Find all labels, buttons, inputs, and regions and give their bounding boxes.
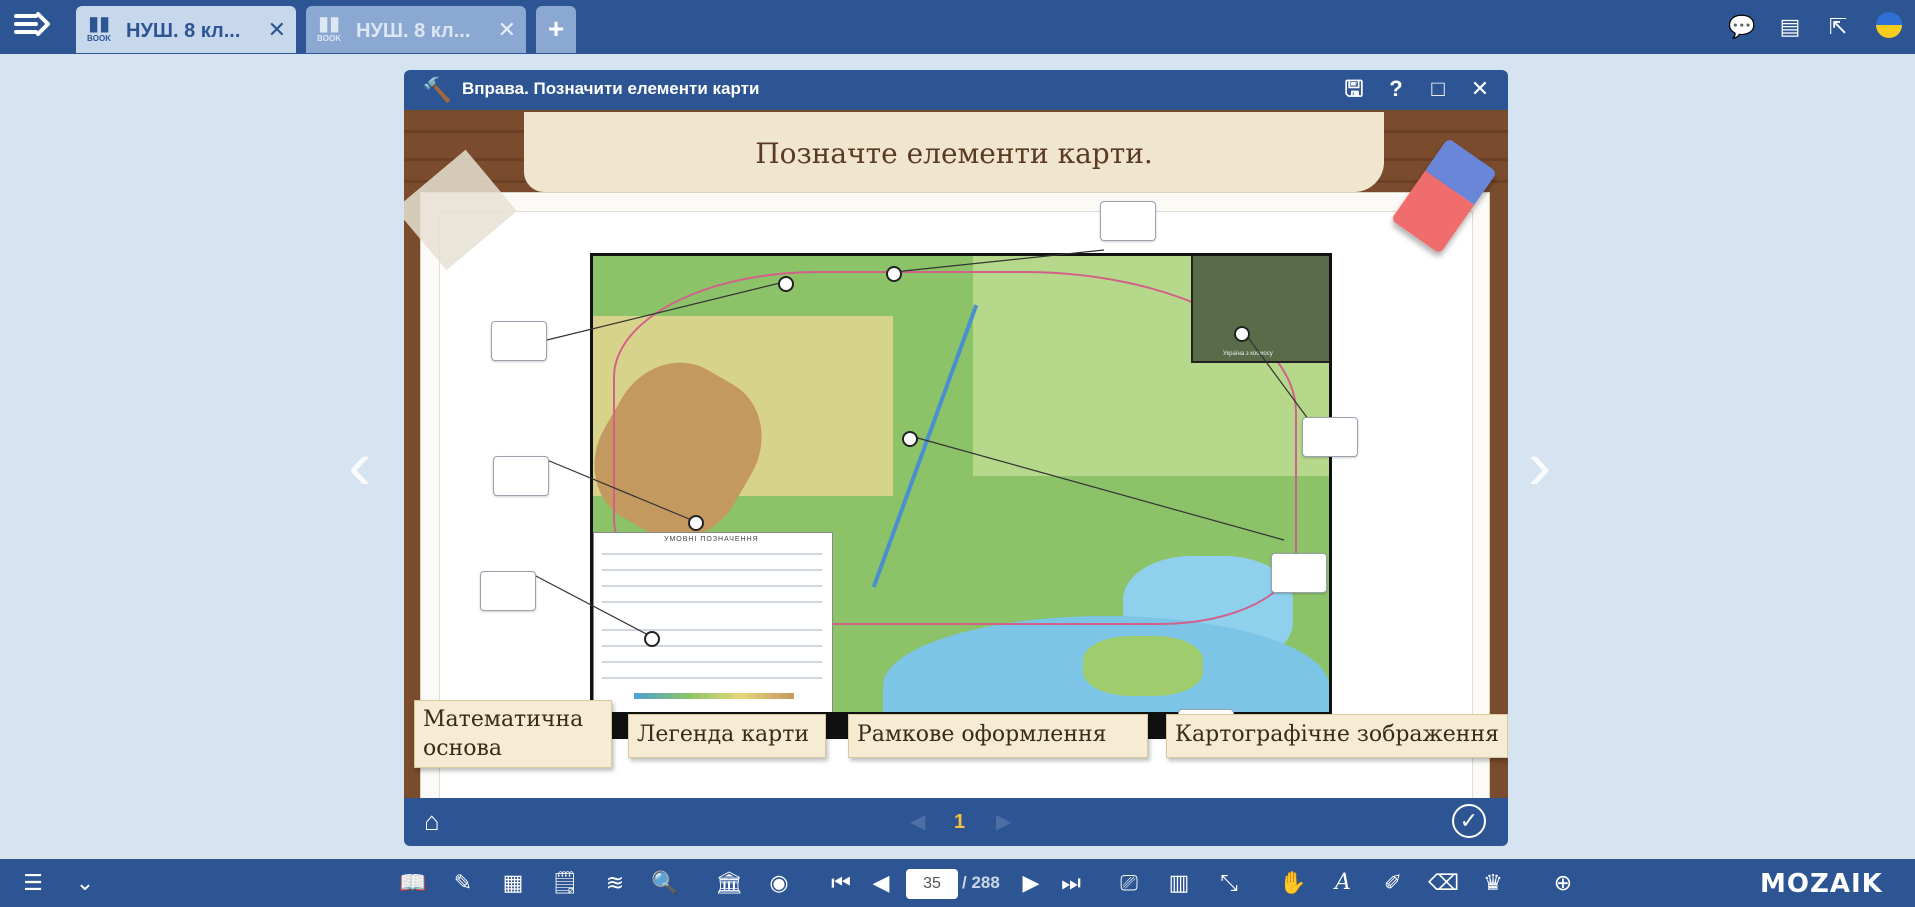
exercise-dialog: 🔨 Вправа. Позначити елементи карти 🖫 ? □…	[404, 70, 1508, 846]
maximize-icon[interactable]: □	[1424, 75, 1452, 103]
fit-screen-icon[interactable]: ⤡	[1214, 868, 1244, 898]
exercise-content: Позначте елементи карти. Україна з космо…	[404, 110, 1508, 798]
page-navigator: ◀ 1 ▶	[910, 809, 1020, 837]
answer-slot[interactable]	[1271, 553, 1327, 593]
home-icon[interactable]: ⌂	[424, 806, 440, 837]
map-marker	[902, 431, 918, 447]
check-circle-icon[interactable]: ✓	[1452, 804, 1486, 838]
media-icon[interactable]: ◉	[764, 868, 794, 898]
edit-book-icon[interactable]: ✎	[448, 868, 478, 898]
instruction-paper: Позначте елементи карти.	[524, 112, 1384, 192]
last-page-icon[interactable]: ⏭	[1056, 868, 1086, 898]
two-page-icon[interactable]: ▥	[1164, 868, 1194, 898]
page-total: / 288	[962, 873, 1000, 892]
close-icon[interactable]	[268, 17, 286, 43]
layers-icon[interactable]: ≋	[600, 868, 630, 898]
add-tab-button[interactable]: +	[536, 6, 576, 53]
tab-book-2[interactable]: ▮▮ BOOK НУШ. 8 кл...	[306, 6, 526, 53]
hand-icon[interactable]: ✋	[1278, 868, 1308, 898]
zoom-icon[interactable]: ⊕	[1548, 868, 1578, 898]
first-page-icon[interactable]: ⏮	[826, 868, 856, 898]
map-marker	[778, 276, 794, 292]
book-icon: ▮▮ BOOK	[317, 13, 341, 43]
help-icon[interactable]: ?	[1382, 75, 1410, 103]
next-page-icon[interactable]: ▶	[996, 809, 1011, 834]
highlighter-icon[interactable]: ✐	[1378, 868, 1408, 898]
top-bar: ▮▮ BOOK НУШ. 8 кл... ▮▮ BOOK НУШ. 8 кл..…	[0, 0, 1915, 54]
close-icon[interactable]: ✕	[1466, 75, 1494, 103]
close-icon[interactable]	[498, 17, 516, 43]
dialog-footer: ⌂ ◀ 1 ▶ ✓	[404, 798, 1508, 846]
tab-label: НУШ. 8 кл...	[356, 20, 471, 42]
previous-page-icon[interactable]: ◀	[910, 809, 925, 834]
text-tool-icon[interactable]: A	[1328, 868, 1358, 898]
map-image: Україна з космосу УМОВНІ ПОЗНАЧЕННЯ	[590, 253, 1332, 739]
save-icon[interactable]: 🖫	[1340, 75, 1368, 103]
mozaik-logo: MOZAIK	[1760, 869, 1883, 899]
dialog-title: Вправа. Позначити елементи карти	[462, 79, 760, 98]
instruction-text: Позначте елементи карти.	[755, 137, 1153, 170]
notes-icon[interactable]: 🗒	[550, 868, 580, 898]
book-open-icon[interactable]: 📖	[398, 868, 428, 898]
answer-card-math-basis[interactable]: Математична основа	[414, 700, 612, 768]
map-marker	[1234, 326, 1250, 342]
menu-icon[interactable]	[14, 10, 54, 44]
map-marker	[644, 631, 660, 647]
answer-slot[interactable]	[480, 571, 536, 611]
answer-card-cartographic[interactable]: Картографічне зображення	[1166, 714, 1508, 758]
newspaper-icon[interactable]: ▤	[1776, 13, 1804, 41]
language-flag-icon[interactable]	[1876, 12, 1902, 38]
search-page-icon[interactable]: 🔍	[650, 868, 680, 898]
next-arrow-icon[interactable]: ›	[1528, 425, 1551, 505]
answer-slot[interactable]	[491, 321, 547, 361]
dialog-title-bar: 🔨 Вправа. Позначити елементи карти 🖫 ? □…	[404, 70, 1508, 108]
bottom-toolbar: ☰ ⌄ 📖 ✎ ▦ 🗒 ≋ 🔍 🏛 ◉ ⏮ ◀ / 288 ▶ ⏭ ⎚ ▥ ⤡ …	[0, 859, 1915, 907]
book-icon: ▮▮ BOOK	[87, 13, 111, 43]
map-marker	[886, 266, 902, 282]
next-page-icon[interactable]: ▶	[1016, 868, 1046, 898]
map-inset: Україна з космосу	[1191, 256, 1329, 363]
chat-icon[interactable]: 💬	[1728, 13, 1756, 41]
answer-card-legend[interactable]: Легенда карти	[628, 714, 826, 758]
answer-slot[interactable]	[493, 456, 549, 496]
eraser-tool-icon[interactable]: ⌫	[1428, 868, 1459, 898]
answer-card-frame[interactable]: Рамкове оформлення	[848, 714, 1148, 758]
previous-page-icon[interactable]: ◀	[866, 868, 896, 898]
plus-icon: +	[547, 13, 565, 44]
presentation-icon[interactable]: ⎚	[1114, 868, 1144, 898]
tools-basket-icon[interactable]: ♛	[1478, 868, 1508, 898]
page-number: 1	[954, 811, 966, 833]
map-marker	[688, 515, 704, 531]
answer-slot[interactable]	[1100, 201, 1156, 241]
external-link-icon[interactable]: ⇱	[1824, 13, 1852, 41]
answer-slot[interactable]	[1302, 417, 1358, 457]
page-input[interactable]	[906, 869, 958, 899]
tab-book-1[interactable]: ▮▮ BOOK НУШ. 8 кл...	[76, 6, 296, 53]
map-legend: УМОВНІ ПОЗНАЧЕННЯ	[593, 532, 833, 714]
previous-arrow-icon[interactable]: ‹	[348, 425, 371, 505]
grid-icon[interactable]: ▦	[498, 868, 528, 898]
hamburger-icon[interactable]: ☰	[18, 868, 48, 898]
museum-icon[interactable]: 🏛	[714, 868, 744, 898]
hammer-icon: 🔨	[422, 77, 452, 104]
chevron-down-icon[interactable]: ⌄	[70, 868, 100, 898]
tab-label: НУШ. 8 кл...	[126, 20, 241, 42]
